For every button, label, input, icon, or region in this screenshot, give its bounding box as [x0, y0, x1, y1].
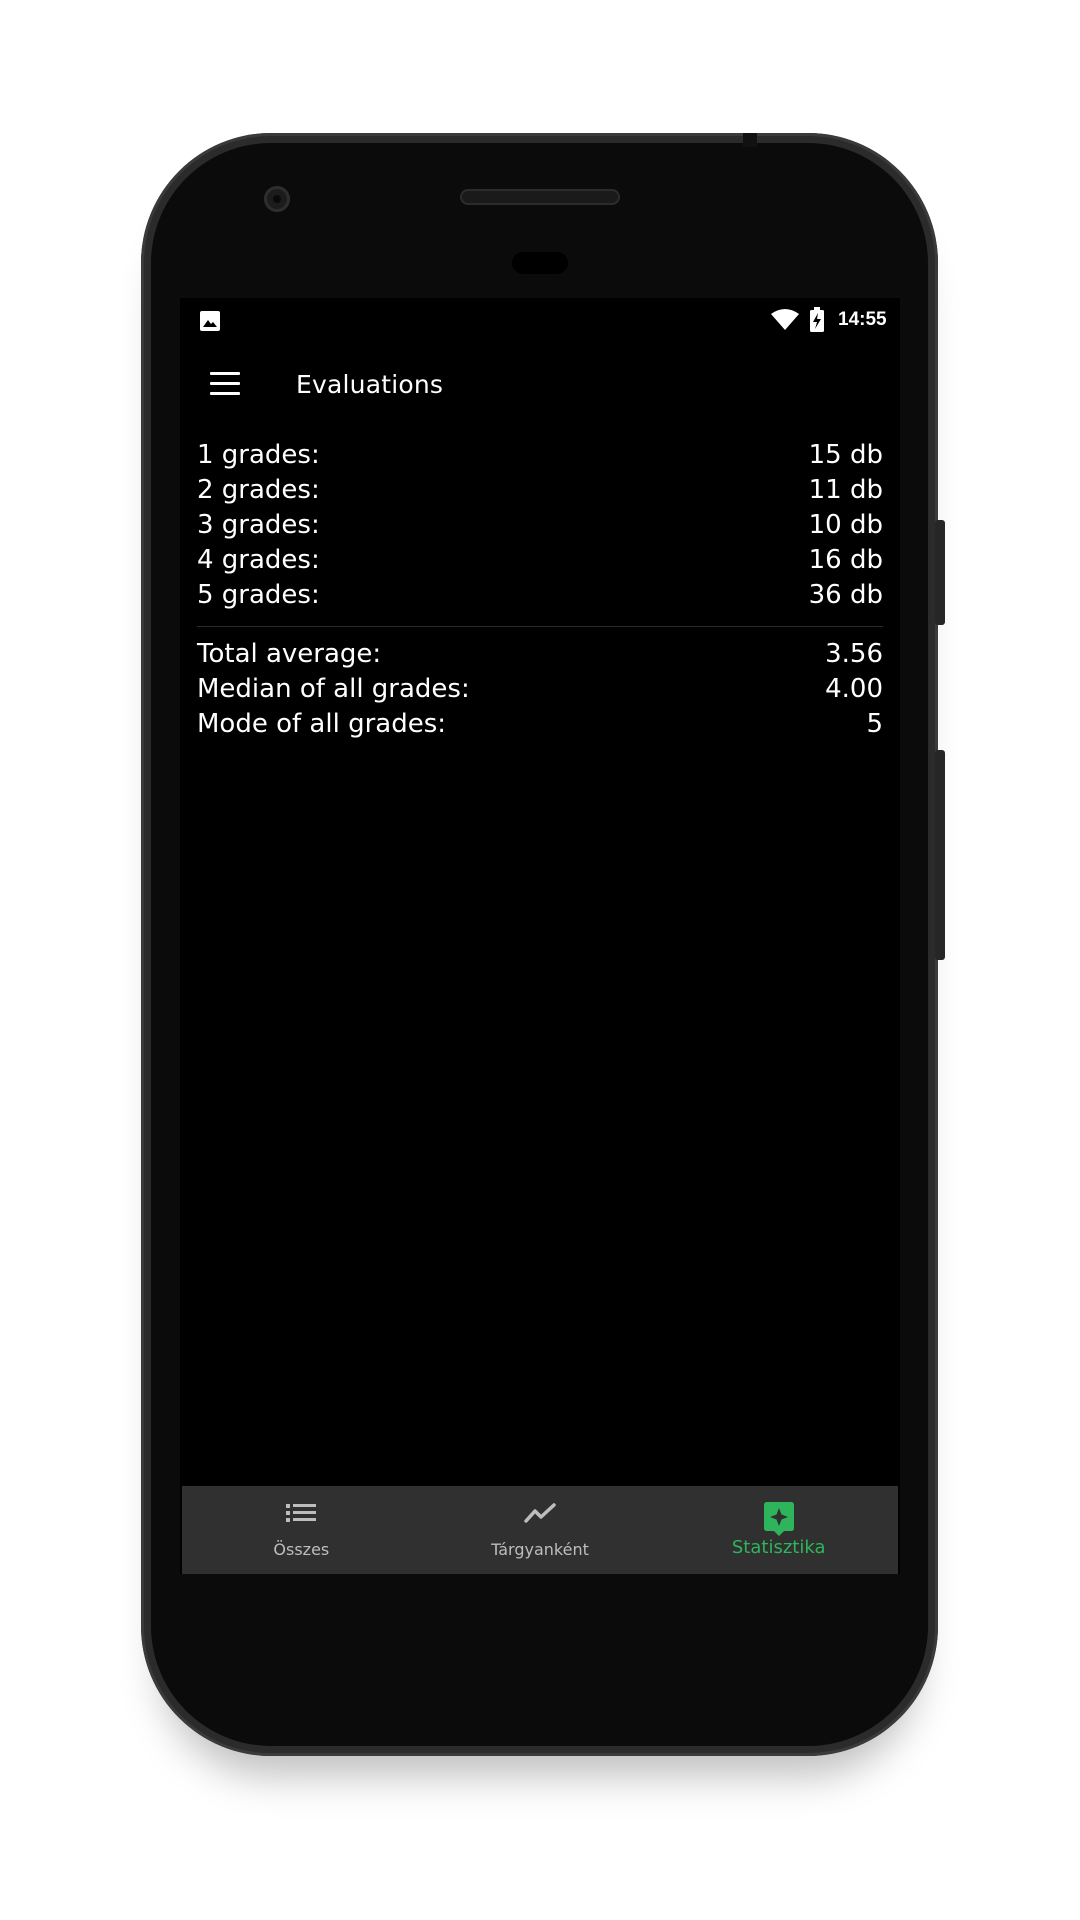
status-bar: 14:55 — [180, 298, 900, 342]
summary-label: Mode of all grades: — [197, 709, 447, 739]
phone-power-button — [935, 750, 945, 960]
grade-count-label: 1 grades: — [197, 440, 320, 470]
nav-label: Tárgyanként — [491, 1540, 589, 1559]
grade-count-row: 1 grades: 15 db — [197, 438, 883, 473]
summary-value: 3.56 — [825, 639, 883, 669]
statistics-list: 1 grades: 15 db 2 grades: 11 db 3 grades… — [197, 438, 883, 742]
nav-label: Összes — [273, 1540, 330, 1559]
divider — [197, 626, 883, 627]
summary-label: Median of all grades: — [197, 674, 470, 704]
proximity-sensor — [512, 252, 568, 274]
phone-volume-button — [935, 520, 945, 625]
summary-label: Total average: — [197, 639, 382, 669]
image-icon — [200, 311, 220, 331]
grade-count-label: 3 grades: — [197, 510, 320, 540]
screen: 14:55 Evaluations 1 grades: 15 db 2 grad… — [180, 298, 900, 1574]
page: 14:55 Evaluations 1 grades: 15 db 2 grad… — [0, 0, 1080, 1920]
grade-count-value: 11 db — [808, 475, 883, 505]
grade-count-row: 4 grades: 16 db — [197, 543, 883, 578]
grade-count-label: 4 grades: — [197, 545, 320, 575]
menu-icon[interactable] — [210, 372, 240, 396]
nav-item-targyankent[interactable]: Tárgyanként — [421, 1486, 660, 1574]
page-title: Evaluations — [296, 370, 444, 399]
summary-value: 5 — [866, 709, 883, 739]
phone-antenna-mark — [743, 133, 757, 147]
grade-count-row: 3 grades: 10 db — [197, 508, 883, 543]
summary-value: 4.00 — [825, 674, 883, 704]
nav-item-osszes[interactable]: Összes — [182, 1486, 421, 1574]
wifi-icon — [771, 309, 799, 330]
earpiece-speaker — [460, 189, 620, 205]
list-icon — [286, 1504, 317, 1522]
grade-count-value: 16 db — [808, 545, 883, 575]
status-time: 14:55 — [838, 309, 887, 330]
grade-count-row: 5 grades: 36 db — [197, 578, 883, 613]
bottom-navigation: Összes Tárgyanként Statisztika — [182, 1486, 898, 1574]
grade-count-value: 10 db — [808, 510, 883, 540]
grade-count-value: 15 db — [808, 440, 883, 470]
trending-icon — [524, 1503, 556, 1523]
summary-row-median: Median of all grades: 4.00 — [197, 672, 883, 707]
summary-row-average: Total average: 3.56 — [197, 637, 883, 672]
summary-row-mode: Mode of all grades: 5 — [197, 707, 883, 742]
sparkle-badge-icon — [763, 1502, 794, 1536]
nav-label: Statisztika — [731, 1537, 826, 1558]
grade-count-label: 5 grades: — [197, 580, 320, 610]
battery-charging-icon — [810, 307, 824, 332]
nav-item-statisztika[interactable]: Statisztika — [659, 1486, 898, 1574]
grade-count-value: 36 db — [808, 580, 883, 610]
front-camera — [264, 186, 290, 212]
grade-count-label: 2 grades: — [197, 475, 320, 505]
app-bar: Evaluations — [180, 342, 900, 428]
grade-count-row: 2 grades: 11 db — [197, 473, 883, 508]
